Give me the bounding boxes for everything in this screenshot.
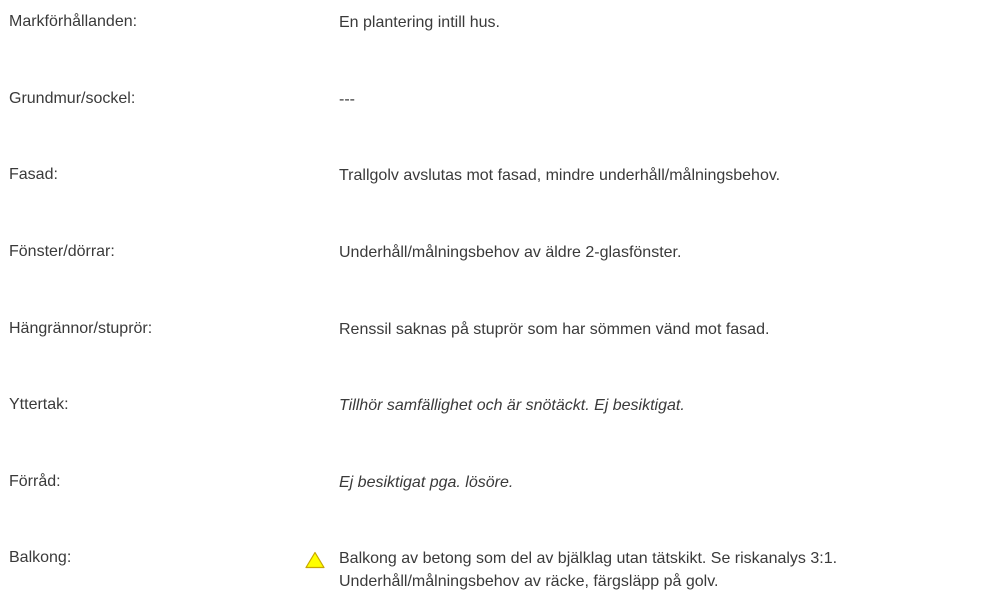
row-value: Ej besiktigat pga. lösöre. (339, 474, 514, 491)
row-label: Förråd: (9, 473, 61, 490)
row-label: Grundmur/sockel: (9, 90, 136, 107)
row-label: Markförhållanden: (9, 13, 138, 30)
row-value: Underhåll/målningsbehov av äldre 2-glasf… (339, 244, 682, 261)
row-label: Hängrännor/stuprör: (9, 320, 153, 337)
row-label: Yttertak: (9, 396, 69, 413)
row-label: Balkong: (9, 549, 72, 566)
row-value: Trallgolv avslutas mot fasad, mindre und… (339, 167, 781, 184)
row-value: Renssil saknas på stuprör som har sömmen… (339, 321, 770, 338)
row-value: Balkong av betong som del av bjälklag ut… (339, 550, 838, 590)
warning-triangle-icon (305, 551, 325, 569)
row-value: En plantering intill hus. (339, 14, 500, 31)
row-label: Fasad: (9, 166, 58, 183)
inspection-list: Markförhållanden: En plantering intill h… (0, 0, 1005, 602)
row-label: Fönster/dörrar: (9, 243, 115, 260)
row-value: --- (339, 91, 355, 108)
row-value: Tillhör samfällighet och är snötäckt. Ej… (339, 397, 685, 414)
